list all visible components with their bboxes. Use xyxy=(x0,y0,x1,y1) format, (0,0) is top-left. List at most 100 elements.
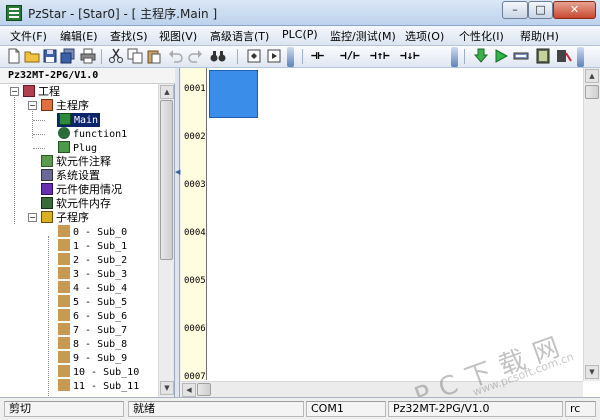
tree-item-plug[interactable]: Plug xyxy=(58,141,97,155)
tree-subroutine-item[interactable]: 5 - Sub_5 xyxy=(58,295,127,309)
title-bar: PzStar - [Star0] - [ 主程序.Main ] – □ ✕ xyxy=(0,0,600,26)
tree-scrollbar[interactable]: ▲ ▼ xyxy=(158,84,174,397)
tree-subroutine-label: 5 - Sub_5 xyxy=(73,297,128,308)
menu-help[interactable]: 帮助(H) xyxy=(520,28,559,44)
subroutine-icon xyxy=(58,295,70,307)
project-tree: − 工程 − 主程序 Main function1 Plug 软元件注释 系统设… xyxy=(0,84,158,397)
panel-splitter[interactable]: ◀ xyxy=(175,68,180,397)
scroll-left-icon[interactable]: ◀ xyxy=(182,383,196,397)
status-bar: 剪切 就绪 COM1 Pz32MT-2PG/V1.0 rc xyxy=(0,397,600,420)
tree-subroutine-item[interactable]: 7 - Sub_7 xyxy=(58,323,127,337)
app-icon xyxy=(6,5,22,21)
cut-icon[interactable] xyxy=(108,48,124,64)
compile-icon[interactable] xyxy=(266,48,282,64)
tree-subroutine-item[interactable]: 11 - Sub_11 xyxy=(58,379,139,393)
scroll-down-icon[interactable]: ▼ xyxy=(585,365,599,379)
subroutine-icon xyxy=(58,379,70,391)
tree-line xyxy=(33,134,45,135)
new-file-icon[interactable] xyxy=(6,48,22,64)
comment-icon xyxy=(41,155,53,167)
open-folder-icon[interactable] xyxy=(24,48,40,64)
tree-subroutine-item[interactable]: 9 - Sub_9 xyxy=(58,351,127,365)
tree-device-memory-label: 软元件内存 xyxy=(56,197,111,210)
tree-subroutine-label: 11 - Sub_11 xyxy=(73,381,140,392)
tree-subroutine-item[interactable]: 0 - Sub_0 xyxy=(58,225,127,239)
tree-subroutines[interactable]: 子程序 xyxy=(41,211,89,225)
edit-cursor-cell[interactable] xyxy=(209,70,258,118)
download-icon[interactable] xyxy=(473,48,489,64)
tree-subroutine-item[interactable]: 4 - Sub_4 xyxy=(58,281,127,295)
subroutine-icon xyxy=(58,253,70,265)
line-number: 0004 xyxy=(184,228,206,238)
tree-subroutine-item[interactable]: 6 - Sub_6 xyxy=(58,309,127,323)
paste-icon[interactable] xyxy=(146,48,162,64)
close-button[interactable]: ✕ xyxy=(553,1,596,19)
tree-element-usage[interactable]: 元件使用情况 xyxy=(41,183,122,197)
tree-item-function1[interactable]: function1 xyxy=(58,127,127,141)
expander-subroutines[interactable]: − xyxy=(28,213,37,222)
line-number-gutter: 0001 0002 0003 0004 0005 0006 0007 xyxy=(181,68,207,382)
scroll-up-icon[interactable]: ▲ xyxy=(160,85,174,99)
editor-hscroll-thumb[interactable] xyxy=(197,383,211,396)
tree-subroutine-label: 9 - Sub_9 xyxy=(73,353,128,364)
run-icon[interactable] xyxy=(493,48,509,64)
subroutine-icon xyxy=(58,225,70,237)
print-icon[interactable] xyxy=(80,48,96,64)
ladder-no-contact-button[interactable]: ⊣⊢ xyxy=(311,48,335,64)
tree-subroutine-item[interactable]: 2 - Sub_2 xyxy=(58,253,127,267)
tree-subroutine-item[interactable]: 3 - Sub_3 xyxy=(58,267,127,281)
connect-icon[interactable] xyxy=(513,48,529,64)
tree-subroutine-label: 2 - Sub_2 xyxy=(73,255,128,266)
tree-device-memory[interactable]: 软元件内存 xyxy=(41,197,111,211)
save-icon[interactable] xyxy=(42,48,58,64)
tree-subroutine-item[interactable]: 8 - Sub_8 xyxy=(58,337,127,351)
editor-vscroll-thumb[interactable] xyxy=(585,85,599,99)
subroutine-icon xyxy=(58,309,70,321)
toolbar-overflow-button[interactable] xyxy=(451,47,458,67)
minimize-button[interactable]: – xyxy=(502,1,528,19)
menu-file[interactable]: 文件(F) xyxy=(10,28,47,44)
tree-subroutine-item[interactable]: 1 - Sub_1 xyxy=(58,239,127,253)
menu-view[interactable]: 视图(V) xyxy=(159,28,197,44)
undo-icon[interactable] xyxy=(168,48,184,64)
tree-item-main[interactable]: Main xyxy=(57,113,101,127)
find-binoculars-icon[interactable] xyxy=(210,48,226,64)
save-all-icon[interactable] xyxy=(60,48,76,64)
menu-edit[interactable]: 编辑(E) xyxy=(60,28,98,44)
toolbar: ⊣⊢ ⊣/⊢ ⊣↑⊢ ⊣↓⊢ xyxy=(0,46,600,68)
project-icon xyxy=(23,85,35,97)
ladder-rising-edge-button[interactable]: ⊣↑⊢ xyxy=(370,48,396,64)
scroll-up-icon[interactable]: ▲ xyxy=(585,69,599,83)
maximize-button[interactable]: □ xyxy=(528,1,553,19)
device-icon[interactable] xyxy=(535,48,551,64)
monitor-tool-icon[interactable] xyxy=(556,48,572,64)
tree-main-program[interactable]: 主程序 xyxy=(41,99,89,113)
tree-root[interactable]: 工程 xyxy=(23,85,60,99)
menu-personalize[interactable]: 个性化(I) xyxy=(459,28,504,44)
toolbar-overflow-button[interactable] xyxy=(287,47,294,67)
ladder-falling-edge-button[interactable]: ⊣↓⊢ xyxy=(400,48,426,64)
menu-monitor-test[interactable]: 监控/测试(M) xyxy=(330,28,396,44)
menu-options[interactable]: 选项(O) xyxy=(405,28,444,44)
subroutine-icon xyxy=(58,323,70,335)
expander-main-program[interactable]: − xyxy=(28,101,37,110)
editor-vertical-scrollbar[interactable]: ▲ ▼ xyxy=(583,68,600,381)
scroll-down-icon[interactable]: ▼ xyxy=(160,381,174,395)
editor-horizontal-scrollbar[interactable]: ◀ xyxy=(181,381,583,397)
copy-icon[interactable] xyxy=(127,48,143,64)
toolbar-overflow-button[interactable] xyxy=(577,47,584,67)
tree-device-comment[interactable]: 软元件注释 xyxy=(41,155,111,169)
tree-scroll-thumb[interactable] xyxy=(160,100,173,260)
window-title: PzStar - [Star0] - [ 主程序.Main ] xyxy=(28,7,218,21)
redo-icon[interactable] xyxy=(187,48,203,64)
tree-system-settings[interactable]: 系统设置 xyxy=(41,169,100,183)
ladder-nc-contact-button[interactable]: ⊣/⊢ xyxy=(340,48,366,64)
function-icon xyxy=(58,127,70,139)
collapse-arrow-icon[interactable]: ◀ xyxy=(175,168,180,176)
view-window-icon[interactable] xyxy=(246,48,262,64)
tree-subroutine-item[interactable]: 10 - Sub_10 xyxy=(58,365,139,379)
menu-advanced-language[interactable]: 高级语言(T) xyxy=(210,28,269,44)
expander-root[interactable]: − xyxy=(10,87,19,96)
menu-find[interactable]: 查找(S) xyxy=(110,28,148,44)
menu-plc[interactable]: PLC(P) xyxy=(282,28,318,41)
